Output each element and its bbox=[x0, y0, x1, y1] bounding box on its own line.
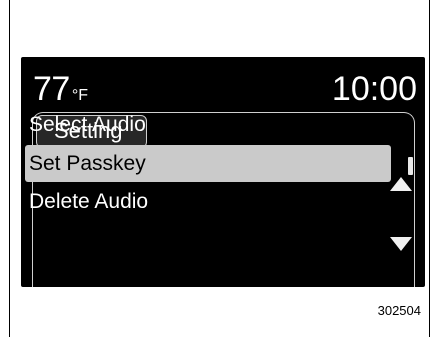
temperature-value: 77 bbox=[33, 70, 70, 108]
clock: 10:00 bbox=[331, 70, 417, 108]
menu-item-select-audio[interactable]: Select Audio bbox=[25, 106, 391, 144]
menu-item-delete-audio[interactable]: Delete Audio bbox=[25, 183, 391, 221]
scrollbar-thumb[interactable] bbox=[408, 157, 413, 175]
temperature-unit: °F bbox=[71, 87, 88, 104]
arrow-down-icon[interactable] bbox=[390, 237, 412, 251]
menu-list: Select Audio Set Passkey Delete Audio bbox=[25, 106, 391, 221]
figure-id: 302504 bbox=[377, 303, 421, 318]
menu-item-set-passkey[interactable]: Set Passkey bbox=[25, 145, 391, 182]
display-screen: 77 °F 10:00 Setting Select Audio Set Pass… bbox=[21, 57, 425, 287]
arrow-up-icon[interactable] bbox=[390, 177, 412, 191]
